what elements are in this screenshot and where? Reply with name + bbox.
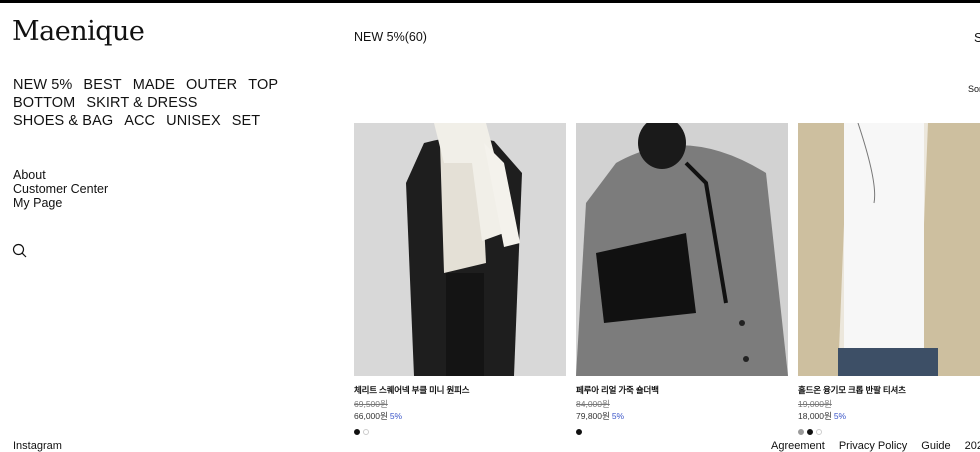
price-value: 79,800원 xyxy=(576,411,610,421)
product-card[interactable]: 페루아 리얼 가죽 숄더백 84,000원 79,800원 5% xyxy=(576,123,788,435)
nav-item-bottom[interactable]: BOTTOM xyxy=(13,94,75,112)
my-page-link[interactable]: My Page xyxy=(13,196,108,210)
original-price: 19,000원 xyxy=(798,399,832,409)
swatch-black[interactable] xyxy=(576,429,582,435)
original-price: 84,000원 xyxy=(576,399,610,409)
product-image[interactable] xyxy=(798,123,980,376)
color-swatches xyxy=(798,429,980,435)
privacy-policy-link[interactable]: Privacy Policy xyxy=(839,440,907,452)
product-card[interactable]: 홀드온 융기모 크롭 반팔 티셔츠 19,000원 18,000원 5% xyxy=(798,123,980,435)
category-title: NEW 5%(60) xyxy=(354,30,427,44)
nav-item-best[interactable]: BEST xyxy=(83,76,121,94)
swatch-white[interactable] xyxy=(816,429,822,435)
color-swatches xyxy=(354,429,566,435)
nav-item-outer[interactable]: OUTER xyxy=(186,76,237,94)
original-price: 69,500원 xyxy=(354,399,388,409)
price-value: 66,000원 xyxy=(354,411,388,421)
sale-price: 18,000원 5% xyxy=(798,410,980,422)
agreement-link[interactable]: Agreement xyxy=(771,440,825,452)
top-border xyxy=(0,0,980,3)
footer-links: Agreement Privacy Policy Guide 2023 © xyxy=(771,440,980,452)
sale-price: 79,800원 5% xyxy=(576,410,788,422)
product-image[interactable] xyxy=(576,123,788,376)
nav-item-unisex[interactable]: UNISEX xyxy=(166,112,221,130)
product-name[interactable]: 홀드온 융기모 크롭 반팔 티셔츠 xyxy=(798,384,980,396)
product-card[interactable]: 체리트 스퀘어넥 부클 미니 원피스 69,500원 66,000원 5% xyxy=(354,123,566,435)
search-icon[interactable] xyxy=(12,243,28,259)
copyright-text: 2023 © xyxy=(964,440,980,452)
nav-row-3: SHOES & BAG ACC UNISEX SET xyxy=(13,112,273,130)
discount-rate: 5% xyxy=(389,411,403,421)
swatch-black[interactable] xyxy=(354,429,360,435)
nav-row-1: NEW 5% BEST MADE OUTER TOP xyxy=(13,76,278,94)
nav-item-acc[interactable]: ACC xyxy=(124,112,155,130)
product-name[interactable]: 페루아 리얼 가죽 숄더백 xyxy=(576,384,788,396)
nav-item-shoes-bag[interactable]: SHOES & BAG xyxy=(13,112,113,130)
guide-link[interactable]: Guide xyxy=(921,440,950,452)
main-nav: NEW 5% BEST MADE OUTER TOP BOTTOM SKIRT … xyxy=(13,76,278,130)
customer-center-link[interactable]: Customer Center xyxy=(13,182,108,196)
discount-rate: 5% xyxy=(833,411,847,421)
sale-price: 66,000원 5% xyxy=(354,410,566,422)
nav-item-new[interactable]: NEW 5% xyxy=(13,76,72,94)
nav-item-top[interactable]: TOP xyxy=(248,76,278,94)
swatch-white[interactable] xyxy=(363,429,369,435)
color-swatches xyxy=(576,429,788,435)
cart-link-partial[interactable]: S xyxy=(974,30,980,45)
nav-item-skirt-dress[interactable]: SKIRT & DRESS xyxy=(86,94,197,112)
brand-logo[interactable]: Maenique xyxy=(12,16,145,47)
about-link[interactable]: About xyxy=(13,168,108,182)
discount-rate: 5% xyxy=(611,411,625,421)
price-value: 18,000원 xyxy=(798,411,832,421)
nav-item-made[interactable]: MADE xyxy=(133,76,175,94)
nav-item-set[interactable]: SET xyxy=(232,112,261,130)
nav-row-2: BOTTOM SKIRT & DRESS xyxy=(13,94,273,112)
sort-control[interactable]: Sor xyxy=(968,84,980,94)
swatch-gray[interactable] xyxy=(798,429,804,435)
account-links: About Customer Center My Page xyxy=(13,168,108,210)
instagram-link[interactable]: Instagram xyxy=(13,440,62,452)
swatch-black[interactable] xyxy=(807,429,813,435)
product-image[interactable] xyxy=(354,123,566,376)
product-name[interactable]: 체리트 스퀘어넥 부클 미니 원피스 xyxy=(354,384,566,396)
